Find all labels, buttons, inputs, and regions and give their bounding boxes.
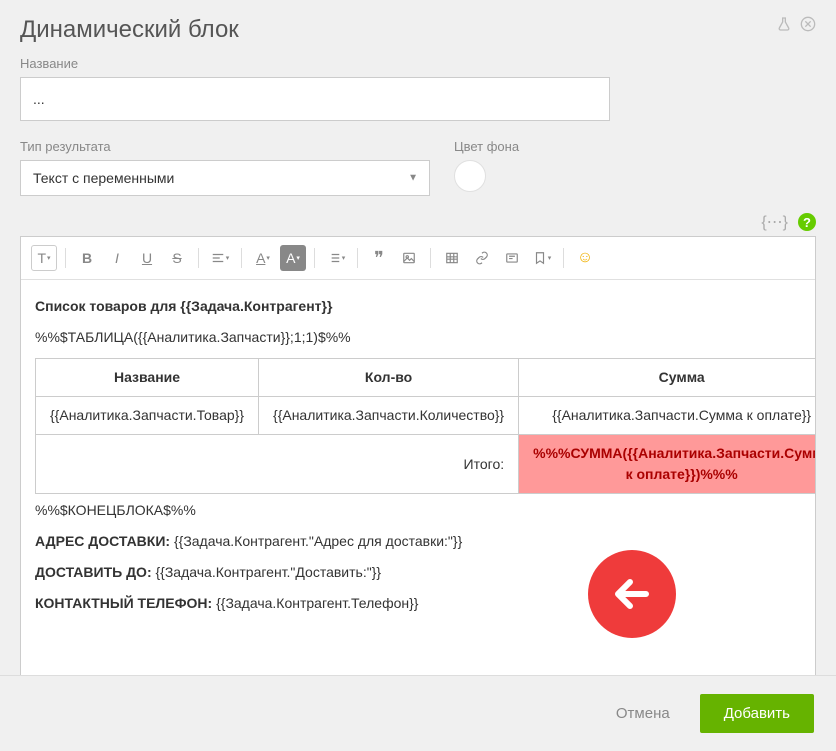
italic-button[interactable]: I (104, 245, 130, 271)
result-type-select[interactable]: Текст с переменными (20, 160, 430, 196)
list-button[interactable]: ▾ (323, 245, 349, 271)
close-icon[interactable] (800, 16, 816, 35)
dialog-title: Динамический блок (20, 16, 239, 44)
name-label: Название (20, 56, 816, 71)
table-macro-open: %%$ТАБЛИЦА({{Аналитика.Запчасти}};1;1)$%… (35, 327, 801, 348)
bg-color-button[interactable]: A▾ (280, 245, 306, 271)
arrow-left-badge (588, 550, 676, 638)
result-type-label: Тип результата (20, 139, 430, 154)
editor-content[interactable]: Список товаров для {{Задача.Контрагент}}… (21, 280, 815, 680)
table-macro-close: %%$КОНЕЦБЛОКА$%% (35, 500, 801, 521)
help-icon[interactable]: ? (798, 213, 816, 231)
phone-label: КОНТАКТНЫЙ ТЕЛЕФОН: (35, 595, 212, 611)
result-type-field: Тип результата Текст с переменными ▼ (20, 139, 430, 196)
image-button[interactable] (396, 245, 422, 271)
dynamic-block-dialog: Динамический блок Название Тип результат… (0, 0, 836, 751)
col-qty: Кол-во (259, 359, 519, 397)
variables-icon[interactable]: {⋯} (761, 212, 788, 232)
strike-button[interactable]: S (164, 245, 190, 271)
rich-text-editor: T▾ B I U S ▾ A▾ A▾ ▾ ❞ (20, 236, 816, 681)
bookmark-button[interactable]: ▾ (529, 245, 555, 271)
submit-button[interactable]: Добавить (700, 694, 814, 733)
flask-icon[interactable] (776, 16, 792, 35)
addr-label: АДРЕС ДОСТАВКИ: (35, 533, 170, 549)
textblock-button[interactable]: T▾ (31, 245, 57, 271)
emoji-button[interactable]: ☺ (572, 245, 598, 271)
bold-button[interactable]: B (74, 245, 100, 271)
text-color-button[interactable]: A▾ (250, 245, 276, 271)
cancel-button[interactable]: Отмена (602, 695, 684, 732)
name-field: Название (20, 56, 816, 121)
bg-color-field: Цвет фона (454, 139, 519, 196)
content-heading: Список товаров для {{Задача.Контрагент}} (35, 298, 332, 314)
deliver-label: ДОСТАВИТЬ ДО: (35, 564, 152, 580)
quote-button[interactable]: ❞ (366, 245, 392, 271)
dialog-footer: Отмена Добавить (0, 675, 836, 751)
col-name: Название (36, 359, 259, 397)
link-button[interactable] (469, 245, 495, 271)
dialog-header: Динамический блок (0, 0, 836, 56)
embed-button[interactable] (499, 245, 525, 271)
bg-color-swatch[interactable] (454, 160, 486, 192)
bg-color-label: Цвет фона (454, 139, 519, 154)
table-button[interactable] (439, 245, 465, 271)
table-row: {{Аналитика.Запчасти.Товар}} {{Аналитика… (36, 397, 816, 435)
table-total-row: Итого: %%%СУММА({{Аналитика.Запчасти.Сум… (36, 435, 816, 494)
editor-toolbar: T▾ B I U S ▾ A▾ A▾ ▾ ❞ (21, 237, 815, 280)
name-input[interactable] (20, 77, 610, 121)
align-button[interactable]: ▾ (207, 245, 233, 271)
underline-button[interactable]: U (134, 245, 160, 271)
col-sum: Сумма (519, 359, 815, 397)
items-table: Название Кол-во Сумма {{Аналитика.Запчас… (35, 358, 815, 494)
